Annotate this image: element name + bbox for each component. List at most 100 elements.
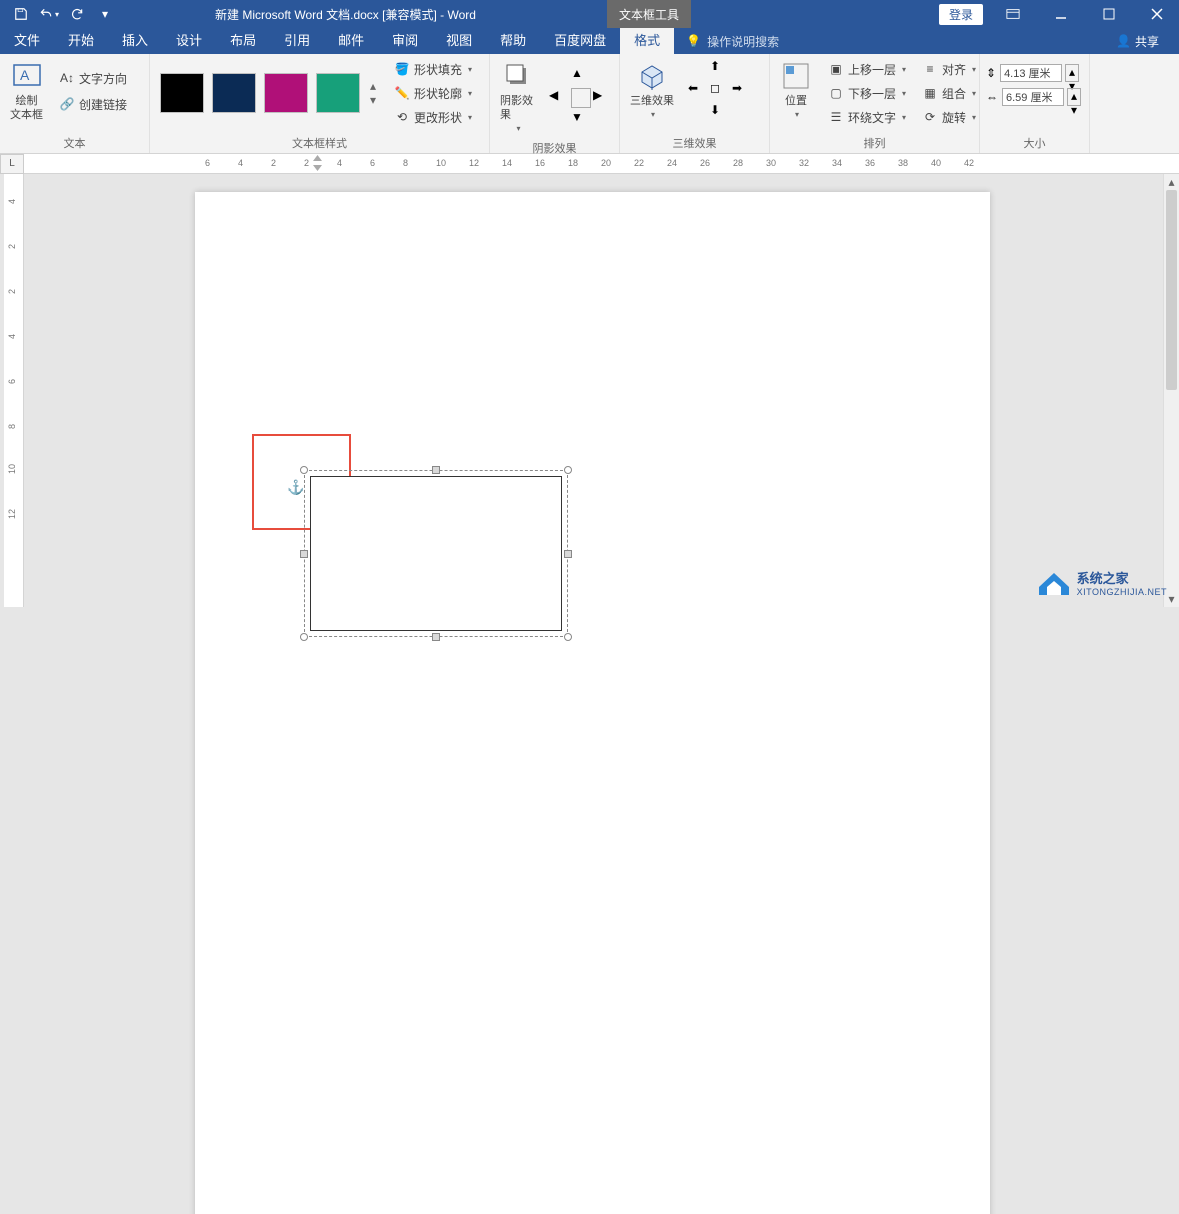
window-title: 新建 Microsoft Word 文档.docx [兼容模式] - Word	[215, 6, 476, 23]
draw-textbox-label1: 绘制	[16, 94, 38, 108]
change-shape-icon: ⟲	[394, 109, 410, 125]
style-swatch-teal[interactable]	[316, 73, 360, 113]
shadow-effect-button[interactable]: 阴影效果▾	[496, 58, 539, 138]
shadow-nudge-pad[interactable]: ▲ ◀ ▶ ▼	[549, 66, 613, 130]
save-button[interactable]	[8, 2, 34, 26]
share-button[interactable]: 👤 共享	[1116, 33, 1159, 50]
minimize-button[interactable]	[1039, 0, 1083, 28]
tab-review[interactable]: 审阅	[378, 28, 432, 54]
selected-textbox[interactable]	[304, 470, 568, 637]
nudge-left-icon[interactable]: ◀	[549, 88, 569, 108]
bring-forward-button[interactable]: ▣上移一层▾	[824, 58, 910, 80]
handle-ne[interactable]	[564, 466, 572, 474]
login-button[interactable]: 登录	[939, 4, 983, 25]
title-bar: ▾ ▾ 新建 Microsoft Word 文档.docx [兼容模式] - W…	[0, 0, 1179, 28]
tab-view[interactable]: 视图	[432, 28, 486, 54]
group-3d-label: 三维效果	[626, 133, 763, 153]
send-backward-button[interactable]: ▢下移一层▾	[824, 82, 910, 104]
height-icon: ⇕	[986, 66, 996, 80]
tilt-right-icon[interactable]: ➡	[732, 81, 752, 101]
handle-n[interactable]	[432, 466, 440, 474]
shape-outline-button[interactable]: ✏️形状轮廓▾	[390, 82, 476, 104]
3d-tilt-pad[interactable]: ⬆ ⬅◻➡ ⬇	[688, 59, 752, 123]
shadow-label: 阴影效果	[500, 94, 535, 122]
tab-baidu[interactable]: 百度网盘	[540, 28, 620, 54]
tab-file[interactable]: 文件	[0, 28, 54, 54]
handle-se[interactable]	[564, 633, 572, 641]
align-label: 对齐	[942, 61, 966, 78]
width-input[interactable]	[1002, 88, 1064, 106]
style-swatch-navy[interactable]	[212, 73, 256, 113]
tab-format[interactable]: 格式	[620, 28, 674, 54]
tilt-up-icon[interactable]: ⬆	[710, 59, 730, 79]
handle-e[interactable]	[564, 550, 572, 558]
tab-layout[interactable]: 布局	[216, 28, 270, 54]
textbox-shape[interactable]	[310, 476, 562, 631]
tell-me-search[interactable]: 💡 操作说明搜索	[686, 33, 779, 50]
qat-customize-button[interactable]: ▾	[92, 2, 118, 26]
nudge-center-icon[interactable]	[571, 88, 591, 108]
tab-insert[interactable]: 插入	[108, 28, 162, 54]
align-button[interactable]: ≡对齐▾	[918, 58, 980, 80]
nudge-up-icon[interactable]: ▲	[571, 66, 591, 86]
quick-access-toolbar: ▾ ▾	[0, 2, 118, 26]
width-icon: ⇔	[986, 90, 998, 104]
3d-effect-button[interactable]: 三维效果▾	[626, 58, 678, 124]
vertical-scrollbar[interactable]: ▴ ▾	[1163, 174, 1179, 607]
tilt-down-icon[interactable]: ⬇	[710, 103, 730, 123]
ribbon-display-options[interactable]	[991, 0, 1035, 28]
contextual-tab-label: 文本框工具	[607, 0, 691, 28]
tab-design[interactable]: 设计	[162, 28, 216, 54]
tilt-center-icon[interactable]: ◻	[710, 81, 730, 101]
redo-button[interactable]	[64, 2, 90, 26]
change-shape-button[interactable]: ⟲更改形状▾	[390, 106, 476, 128]
handle-nw[interactable]	[300, 466, 308, 474]
style-gallery[interactable]: ▴▾	[156, 71, 380, 115]
tab-help[interactable]: 帮助	[486, 28, 540, 54]
close-button[interactable]	[1135, 0, 1179, 28]
undo-button[interactable]: ▾	[36, 2, 62, 26]
scroll-thumb[interactable]	[1166, 190, 1177, 390]
rotate-button[interactable]: ⟳旋转▾	[918, 106, 980, 128]
text-direction-button[interactable]: A↕文字方向	[55, 67, 131, 89]
height-input[interactable]	[1000, 64, 1062, 82]
horizontal-ruler[interactable]: 6422468101214161820222426283032343638404…	[195, 155, 1159, 173]
workspace: 4224681012 ⚓ ▴ ▾	[0, 174, 1179, 607]
tab-home[interactable]: 开始	[54, 28, 108, 54]
rotate-label: 旋转	[942, 109, 966, 126]
position-button[interactable]: 位置▾	[776, 58, 816, 124]
handle-sw[interactable]	[300, 633, 308, 641]
watermark-url: XITONGZHIJIA.NET	[1077, 587, 1167, 597]
draw-textbox-label2: 文本框	[10, 108, 43, 122]
bring-forward-label: 上移一层	[848, 61, 896, 78]
width-stepper[interactable]: ▴▾	[1067, 88, 1081, 106]
tab-mail[interactable]: 邮件	[324, 28, 378, 54]
tab-references[interactable]: 引用	[270, 28, 324, 54]
height-stepper[interactable]: ▴▾	[1065, 64, 1079, 82]
shape-fill-button[interactable]: 🪣形状填充▾	[390, 58, 476, 80]
vertical-ruler[interactable]: 4224681012	[4, 174, 24, 607]
handle-w[interactable]	[300, 550, 308, 558]
bring-forward-icon: ▣	[828, 61, 844, 77]
document-page[interactable]	[195, 192, 990, 1214]
handle-s[interactable]	[432, 633, 440, 641]
nudge-down-icon[interactable]: ▼	[571, 110, 591, 130]
tab-selector[interactable]: L	[0, 154, 24, 174]
window-controls: 登录	[939, 0, 1179, 28]
create-link-button[interactable]: 🔗创建链接	[55, 93, 131, 115]
text-direction-label: 文字方向	[79, 70, 127, 87]
width-control: ⇔ ▴▾	[986, 88, 1083, 106]
textbox-icon: A	[11, 60, 43, 92]
ruler-row: L 64224681012141618202224262830323436384…	[0, 154, 1179, 174]
style-swatch-black[interactable]	[160, 73, 204, 113]
wrap-text-button[interactable]: ☰环绕文字▾	[824, 106, 910, 128]
tilt-left-icon[interactable]: ⬅	[688, 81, 708, 101]
lightbulb-icon: 💡	[686, 34, 701, 48]
style-swatch-magenta[interactable]	[264, 73, 308, 113]
nudge-right-icon[interactable]: ▶	[593, 88, 613, 108]
gallery-more-icon[interactable]: ▴▾	[370, 73, 376, 113]
maximize-button[interactable]	[1087, 0, 1131, 28]
draw-textbox-button[interactable]: A 绘制 文本框	[6, 58, 47, 124]
group-objects-button[interactable]: ▦组合▾	[918, 82, 980, 104]
scroll-up-icon[interactable]: ▴	[1164, 174, 1179, 190]
